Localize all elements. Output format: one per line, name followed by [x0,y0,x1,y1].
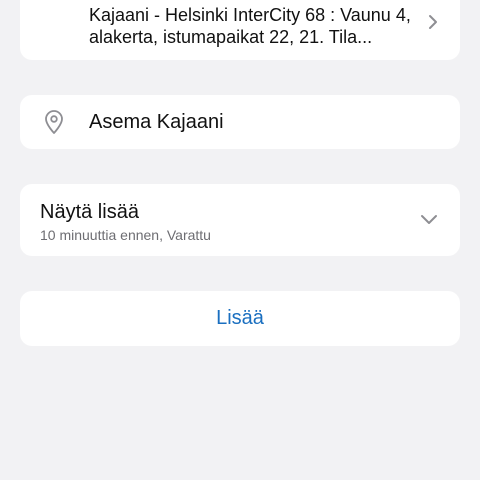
location-pin-icon [45,110,63,134]
chevron-right-icon [429,15,437,29]
show-more-title: Näytä lisää [40,201,139,223]
show-more-row[interactable]: Näytä lisää 10 minuuttia ennen, Varattu [20,184,460,256]
event-description-row[interactable]: Kajaani - Helsinki InterCity 68 : Vaunu … [20,0,460,60]
location-row[interactable]: Asema Kajaani [20,95,460,149]
event-description-text: Kajaani - Helsinki InterCity 68 : Vaunu … [89,5,411,47]
chevron-down-icon [421,215,437,224]
add-button[interactable]: Lisää [20,291,460,346]
location-text: Asema Kajaani [89,111,224,133]
show-more-subtitle: 10 minuuttia ennen, Varattu [40,227,211,243]
add-card: Lisää [20,291,460,346]
